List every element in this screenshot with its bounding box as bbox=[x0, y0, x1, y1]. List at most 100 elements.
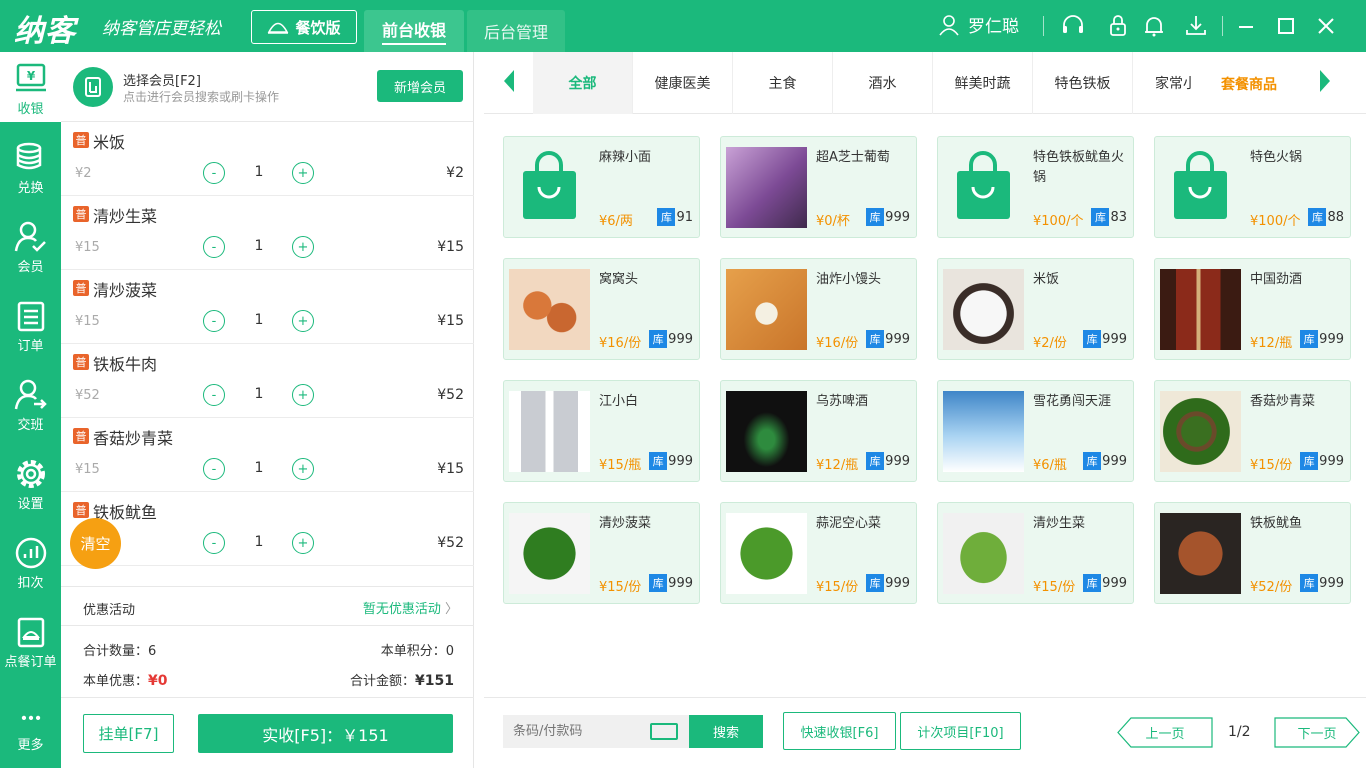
add-member-button[interactable]: 新增会员 bbox=[377, 70, 463, 102]
order-row[interactable]: 普香菇炒青菜 ¥15 - 1 + ¥15 bbox=[61, 418, 474, 492]
qty-plus-button[interactable]: + bbox=[292, 162, 314, 184]
product-card[interactable]: 特色铁板鱿鱼火锅 ¥100/个库 83 bbox=[937, 136, 1134, 238]
sidebar-item-cashier[interactable]: ¥ 收银 bbox=[0, 52, 61, 122]
edition-button[interactable]: 餐饮版 bbox=[251, 10, 357, 44]
item-name: 清炒生菜 bbox=[93, 207, 158, 226]
qty-plus-button[interactable]: + bbox=[292, 236, 314, 258]
bell-icon[interactable] bbox=[1142, 13, 1166, 39]
product-card[interactable]: 乌苏啤酒 ¥12/瓶库 999 bbox=[720, 380, 917, 482]
qty-plus-button[interactable]: + bbox=[292, 384, 314, 406]
dining-order-icon bbox=[17, 617, 44, 648]
product-photo bbox=[943, 391, 1024, 472]
category-prev-icon[interactable] bbox=[504, 70, 514, 92]
product-card[interactable]: 超A芝士葡萄 ¥0/杯 库 999 bbox=[720, 136, 917, 238]
qty-minus-button[interactable]: - bbox=[203, 162, 225, 184]
product-card[interactable]: 窝窝头 ¥16/份库 999 bbox=[503, 258, 700, 360]
qty-minus-button[interactable]: - bbox=[203, 384, 225, 406]
qty-plus-button[interactable]: + bbox=[292, 310, 314, 332]
product-name: 特色铁板鱿鱼火锅 bbox=[1033, 150, 1125, 185]
minimize-icon[interactable] bbox=[1234, 13, 1258, 39]
qty-plus-button[interactable]: + bbox=[292, 532, 314, 554]
page-indicator: 1/2 bbox=[1228, 724, 1251, 740]
tab-front-cashier[interactable]: 前台收银 bbox=[364, 10, 464, 52]
promo-row[interactable]: 优惠活动 暂无优惠活动 〉 bbox=[61, 586, 474, 626]
category-combo[interactable]: 套餐商品 bbox=[1221, 74, 1277, 94]
order-amount: 合计金额：¥151 bbox=[350, 673, 454, 689]
order-row[interactable]: 普铁板牛肉 ¥52 - 1 + ¥52 bbox=[61, 344, 474, 418]
sidebar-item-settings[interactable]: 设置 bbox=[0, 447, 61, 517]
hold-order-button[interactable]: 挂单[F7] bbox=[83, 714, 174, 753]
category-tab[interactable]: 主食 bbox=[733, 52, 833, 114]
shopping-bag-icon bbox=[957, 151, 1010, 219]
qty-value: 1 bbox=[254, 460, 264, 476]
quick-cash-button[interactable]: 快速收银[F6] bbox=[783, 712, 896, 750]
product-stock: 库 999 bbox=[866, 330, 910, 348]
lock-icon[interactable] bbox=[1106, 13, 1130, 39]
next-page-button[interactable]: 下一页 bbox=[1274, 717, 1366, 748]
sidebar-item-more[interactable]: 更多 bbox=[0, 698, 61, 768]
category-tab[interactable]: 健康医美 bbox=[633, 52, 733, 114]
category-next-icon[interactable] bbox=[1320, 70, 1330, 92]
category-tab[interactable]: 酒水 bbox=[833, 52, 933, 114]
product-card[interactable]: 雪花勇闯天涯 ¥6/瓶 库 999 bbox=[937, 380, 1134, 482]
sidebar-item-dining-order[interactable]: 点餐订单 bbox=[0, 605, 61, 675]
item-price: ¥15 bbox=[75, 240, 100, 255]
product-card[interactable]: 蒜泥空心菜 ¥15/份库 999 bbox=[720, 502, 917, 604]
qty-minus-button[interactable]: - bbox=[203, 310, 225, 332]
sidebar-item-order[interactable]: 订单 bbox=[0, 289, 61, 359]
qty-plus-button[interactable]: + bbox=[292, 458, 314, 480]
category-tab[interactable]: 全部 bbox=[533, 52, 633, 114]
count-item-button[interactable]: 计次项目[F10] bbox=[900, 712, 1021, 750]
product-image bbox=[1160, 269, 1241, 350]
category-tab[interactable]: 特色铁板 bbox=[1033, 52, 1133, 114]
sidebar-item-exchange[interactable]: 兑换 bbox=[0, 131, 61, 201]
member-select[interactable]: 选择会员[F2] 点击进行会员搜索或刷卡操作 新增会员 bbox=[61, 52, 474, 122]
user-menu[interactable]: 罗仁聪 bbox=[938, 12, 1019, 37]
product-name: 超A芝士葡萄 bbox=[816, 150, 890, 165]
product-card[interactable]: 清炒生菜 ¥15/份库 999 bbox=[937, 502, 1134, 604]
category-tab[interactable]: 家常小炒 bbox=[1133, 52, 1191, 114]
product-card[interactable]: 麻辣小面 ¥6/两 库 91 bbox=[503, 136, 700, 238]
product-card[interactable]: 香菇炒青菜 ¥15/份库 999 bbox=[1154, 380, 1351, 482]
download-icon[interactable] bbox=[1184, 13, 1208, 39]
category-tab[interactable]: 鲜美时蔬 bbox=[933, 52, 1033, 114]
qty-minus-button[interactable]: - bbox=[203, 532, 225, 554]
stock-badge: 库 bbox=[1300, 452, 1319, 470]
qty-minus-button[interactable]: - bbox=[203, 236, 225, 258]
qty-minus-button[interactable]: - bbox=[203, 458, 225, 480]
order-row[interactable]: 普铁板鱿鱼 -1 + ¥52 bbox=[61, 492, 474, 566]
headset-icon[interactable] bbox=[1061, 13, 1085, 39]
product-price: ¥100/个 bbox=[1250, 214, 1301, 229]
order-row[interactable]: 普清炒生菜 ¥15 - 1 + ¥15 bbox=[61, 196, 474, 270]
stock-badge: 库 bbox=[866, 452, 885, 470]
maximize-icon[interactable] bbox=[1274, 13, 1298, 39]
product-panel: 全部健康医美主食酒水鲜美时蔬特色铁板家常小炒 套餐商品 麻辣小面 ¥6/两 库91 超… bbox=[484, 52, 1366, 768]
pay-button[interactable]: 实收[F5]：￥151 bbox=[198, 714, 453, 753]
shopping-bag-icon bbox=[1174, 151, 1227, 219]
item-total: ¥15 bbox=[437, 239, 464, 255]
prev-page-button[interactable]: 上一页 bbox=[1117, 717, 1213, 748]
search-button[interactable]: 搜索 bbox=[689, 715, 763, 748]
order-discount: 本单优惠：¥0 bbox=[83, 673, 168, 689]
sidebar-item-member[interactable]: 会员 bbox=[0, 210, 61, 280]
product-card[interactable]: 铁板鱿鱼 ¥52/份库 999 bbox=[1154, 502, 1351, 604]
item-total: ¥15 bbox=[437, 313, 464, 329]
product-card[interactable]: 油炸小馒头 ¥16/份库 999 bbox=[720, 258, 917, 360]
product-card[interactable]: 中国劲酒 ¥12/瓶库 999 bbox=[1154, 258, 1351, 360]
product-price: ¥2/份 bbox=[1033, 336, 1067, 351]
product-card[interactable]: 清炒菠菜 ¥15/份库 999 bbox=[503, 502, 700, 604]
tab-backend-admin[interactable]: 后台管理 bbox=[467, 10, 565, 52]
order-row[interactable]: 普清炒菠菜 ¥15 - 1 + ¥15 bbox=[61, 270, 474, 344]
keyboard-icon[interactable] bbox=[650, 723, 678, 740]
divider bbox=[1043, 16, 1044, 36]
close-icon[interactable] bbox=[1314, 13, 1338, 39]
sidebar-item-shift[interactable]: 交班 bbox=[0, 368, 61, 438]
clear-button[interactable]: 清空 bbox=[70, 518, 121, 569]
product-card[interactable]: 米饭 ¥2/份 库 999 bbox=[937, 258, 1134, 360]
product-card[interactable]: 江小白 ¥15/瓶库 999 bbox=[503, 380, 700, 482]
sidebar-item-deduct[interactable]: 扣次 bbox=[0, 526, 61, 596]
product-card[interactable]: 特色火锅 ¥100/个库 88 bbox=[1154, 136, 1351, 238]
product-image bbox=[1160, 147, 1241, 228]
order-row[interactable]: 普米饭 ¥2-1 + ¥2 bbox=[61, 122, 474, 196]
product-price: ¥15/份 bbox=[599, 580, 642, 595]
